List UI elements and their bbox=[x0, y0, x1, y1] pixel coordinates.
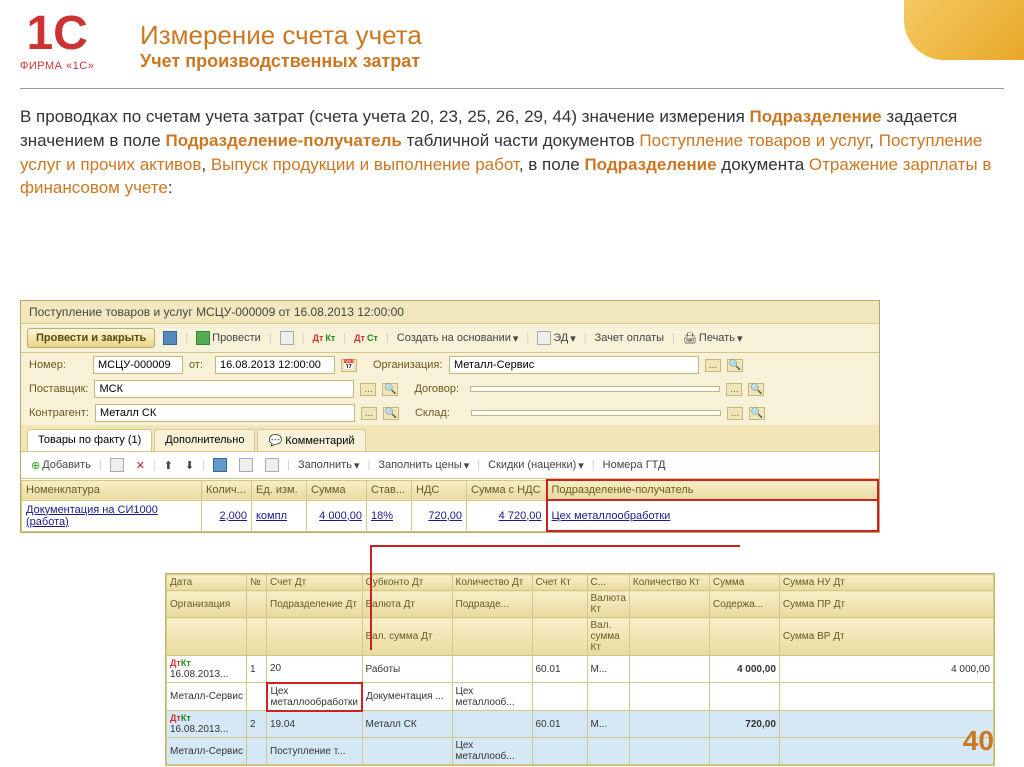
ledger-row[interactable]: Металл-Сервис Цех металлообработки Докум… bbox=[167, 683, 994, 711]
down-icon[interactable]: ⬇ bbox=[181, 457, 198, 474]
title-sub: Учет производственных затрат bbox=[140, 51, 422, 72]
ed-button[interactable]: ЭД ▾ bbox=[533, 329, 580, 347]
col-sum[interactable]: Сумма bbox=[307, 480, 367, 500]
col-unit[interactable]: Ед. изм. bbox=[252, 480, 307, 500]
tool2-icon[interactable] bbox=[235, 456, 257, 474]
logo-mark: 1C bbox=[20, 10, 94, 58]
table-row[interactable]: Документация на СИ1000 (работа) 2,000 ко… bbox=[22, 500, 879, 531]
callout-line bbox=[370, 545, 780, 650]
slide-decoration bbox=[904, 0, 1024, 60]
search-icon[interactable]: 🔍 bbox=[727, 359, 743, 372]
create-based-button[interactable]: Создать на основании ▾ bbox=[393, 330, 523, 347]
slide-text: В проводках по счетам учета затрат (счет… bbox=[20, 105, 1004, 200]
gtd-button[interactable]: Номера ГТД bbox=[599, 457, 670, 473]
select-icon[interactable]: ... bbox=[705, 359, 721, 372]
contract-label: Договор: bbox=[414, 383, 464, 395]
tab-comment[interactable]: 💬 Комментарий bbox=[257, 429, 365, 451]
ledger-row[interactable]: ДтКт 16.08.2013... 1 20 Работы 60.01 М..… bbox=[167, 656, 994, 683]
offset-button[interactable]: Зачет оплаты bbox=[591, 330, 668, 346]
window-title: Поступление товаров и услуг МСЦУ-000009 … bbox=[21, 301, 879, 324]
post-button[interactable]: Провести bbox=[192, 329, 265, 347]
org-input[interactable]: Металл-Сервис bbox=[449, 356, 699, 374]
doc-icon[interactable] bbox=[276, 329, 298, 347]
slide-title: Измерение счета учета Учет производствен… bbox=[140, 20, 422, 72]
col-total[interactable]: Сумма с НДС bbox=[467, 480, 547, 500]
dtkt-icon[interactable]: ДтКт bbox=[309, 331, 340, 345]
date-input[interactable]: 16.08.2013 12:00:00 bbox=[215, 356, 335, 374]
print-button[interactable]: 🖨 Печать ▾ bbox=[679, 330, 747, 347]
discounts-button[interactable]: Скидки (наценки) ▾ bbox=[484, 457, 588, 474]
callout-line bbox=[370, 545, 740, 547]
ledger-row[interactable]: ДтКт 16.08.2013... 2 19.04 Металл СК 60.… bbox=[167, 711, 994, 738]
col-vat[interactable]: НДС bbox=[412, 480, 467, 500]
grid-toolbar: ⊕ Добавить | ✕ | ⬆ ⬇ | | Заполнить ▾ | З… bbox=[21, 452, 879, 479]
tab-additional[interactable]: Дополнительно bbox=[154, 429, 255, 451]
fill-button[interactable]: Заполнить ▾ bbox=[294, 457, 364, 474]
col-item[interactable]: Номенклатура bbox=[22, 480, 202, 500]
warehouse-label: Склад: bbox=[415, 407, 465, 419]
save-icon[interactable] bbox=[159, 329, 181, 347]
tab-items[interactable]: Товары по факту (1) bbox=[27, 429, 152, 451]
tool-icon[interactable] bbox=[209, 456, 231, 474]
num-input[interactable]: МСЦУ-000009 bbox=[93, 356, 183, 374]
ledger-row[interactable]: Металл-Сервис Поступление т... Цех метал… bbox=[167, 738, 994, 765]
copy-icon[interactable] bbox=[106, 456, 128, 474]
counterparty-label: Контрагент: bbox=[29, 407, 89, 419]
warehouse-input[interactable] bbox=[471, 410, 721, 416]
num-label: Номер: bbox=[29, 359, 87, 371]
col-dept[interactable]: Подразделение-получатель bbox=[547, 480, 879, 500]
col-qty[interactable]: Колич... bbox=[202, 480, 252, 500]
add-button[interactable]: ⊕ Добавить bbox=[27, 457, 95, 474]
org-label: Организация: bbox=[373, 359, 443, 371]
logo: 1C ФИРМА «1С» bbox=[20, 10, 94, 72]
date-label: от: bbox=[189, 359, 209, 371]
tool3-icon[interactable] bbox=[261, 456, 283, 474]
counterparty-input[interactable]: Металл СК bbox=[95, 404, 355, 422]
dtkt2-icon[interactable]: ДтСт bbox=[350, 331, 382, 345]
items-grid: Номенклатура Колич... Ед. изм. Сумма Ста… bbox=[21, 479, 879, 532]
contract-input[interactable] bbox=[470, 386, 720, 392]
form-tabs: Товары по факту (1) Дополнительно 💬 Комм… bbox=[21, 425, 879, 452]
post-and-close-button[interactable]: Провести и закрыть bbox=[27, 328, 155, 348]
main-toolbar: Провести и закрыть | Провести | | ДтКт |… bbox=[21, 324, 879, 353]
page-number: 40 bbox=[963, 725, 994, 757]
logo-sub: ФИРМА «1С» bbox=[20, 60, 94, 72]
delete-icon[interactable]: ✕ bbox=[132, 457, 149, 474]
col-rate[interactable]: Став... bbox=[367, 480, 412, 500]
calendar-icon[interactable]: 📅 bbox=[341, 359, 357, 372]
divider bbox=[20, 88, 1004, 89]
app-window: Поступление товаров и услуг МСЦУ-000009 … bbox=[20, 300, 880, 533]
title-main: Измерение счета учета bbox=[140, 20, 422, 51]
up-icon[interactable]: ⬆ bbox=[160, 457, 177, 474]
supplier-label: Поставщик: bbox=[29, 383, 88, 395]
supplier-input[interactable]: МСК bbox=[94, 380, 354, 398]
fill-prices-button[interactable]: Заполнить цены ▾ bbox=[374, 457, 473, 474]
